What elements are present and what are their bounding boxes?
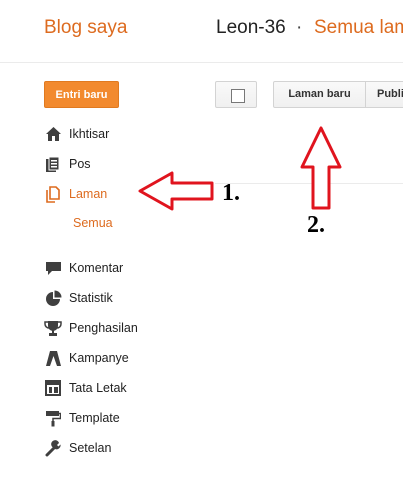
sidebar-item-ikhtisar[interactable]: Ikhtisar	[44, 124, 109, 144]
sidebar-item-komentar[interactable]: Komentar	[44, 258, 123, 278]
sidebar-item-kampanye[interactable]: Kampanye	[44, 348, 129, 368]
sidebar-item-label: Ikhtisar	[69, 127, 110, 141]
comment-icon	[44, 259, 62, 277]
sidebar-subitem-semua[interactable]: Semua	[73, 216, 113, 230]
select-all-checkbox-button[interactable]	[215, 81, 257, 108]
posts-icon	[44, 155, 62, 173]
annotation-arrow-left-icon	[138, 171, 214, 211]
sidebar-item-tata-letak[interactable]: Tata Letak	[44, 378, 127, 398]
sidebar-item-label: Statistik	[69, 291, 113, 305]
home-icon	[44, 125, 62, 143]
breadcrumb-separator: ·	[296, 17, 303, 38]
checkbox-icon[interactable]	[231, 89, 245, 103]
annotation-label-1: 1.	[222, 180, 240, 206]
sidebar-item-label: Komentar	[69, 261, 124, 275]
sidebar-item-statistik[interactable]: Statistik	[44, 288, 113, 308]
wrench-icon	[44, 439, 62, 457]
sidebar-item-template[interactable]: Template	[44, 408, 120, 428]
blog-name[interactable]: Leon-36	[216, 17, 286, 39]
layout-icon	[44, 379, 62, 397]
sidebar-item-pos[interactable]: Pos	[44, 154, 91, 174]
sidebar-item-label: Pos	[69, 157, 91, 171]
new-page-button[interactable]: Laman baru	[273, 81, 366, 108]
publish-button[interactable]: Publikasikan	[365, 81, 403, 108]
brand-link[interactable]: Blog saya	[44, 17, 127, 39]
paint-roller-icon	[44, 409, 62, 427]
sidebar-item-setelan[interactable]: Setelan	[44, 438, 111, 458]
annotation-label-2: 2.	[307, 212, 325, 238]
campaign-icon	[44, 349, 62, 367]
new-post-button[interactable]: Entri baru	[44, 81, 119, 108]
pages-icon	[44, 185, 62, 203]
top-header: Blog saya Leon-36 · Semua laman	[0, 0, 403, 63]
sidebar-item-laman[interactable]: Laman	[44, 184, 107, 204]
annotation-arrow-up-icon	[300, 126, 342, 210]
sidebar-item-label: Laman	[69, 187, 108, 201]
sidebar-item-label: Tata Letak	[69, 381, 127, 395]
trophy-icon	[44, 319, 62, 337]
sidebar-item-penghasilan[interactable]: Penghasilan	[44, 318, 138, 338]
sidebar-item-label: Penghasilan	[69, 321, 138, 335]
breadcrumb-current: Semua laman	[314, 17, 403, 38]
sidebar-item-label: Setelan	[69, 441, 112, 455]
pie-chart-icon	[44, 289, 62, 307]
sidebar-item-label: Template	[69, 411, 120, 425]
sidebar-item-label: Kampanye	[69, 351, 129, 365]
